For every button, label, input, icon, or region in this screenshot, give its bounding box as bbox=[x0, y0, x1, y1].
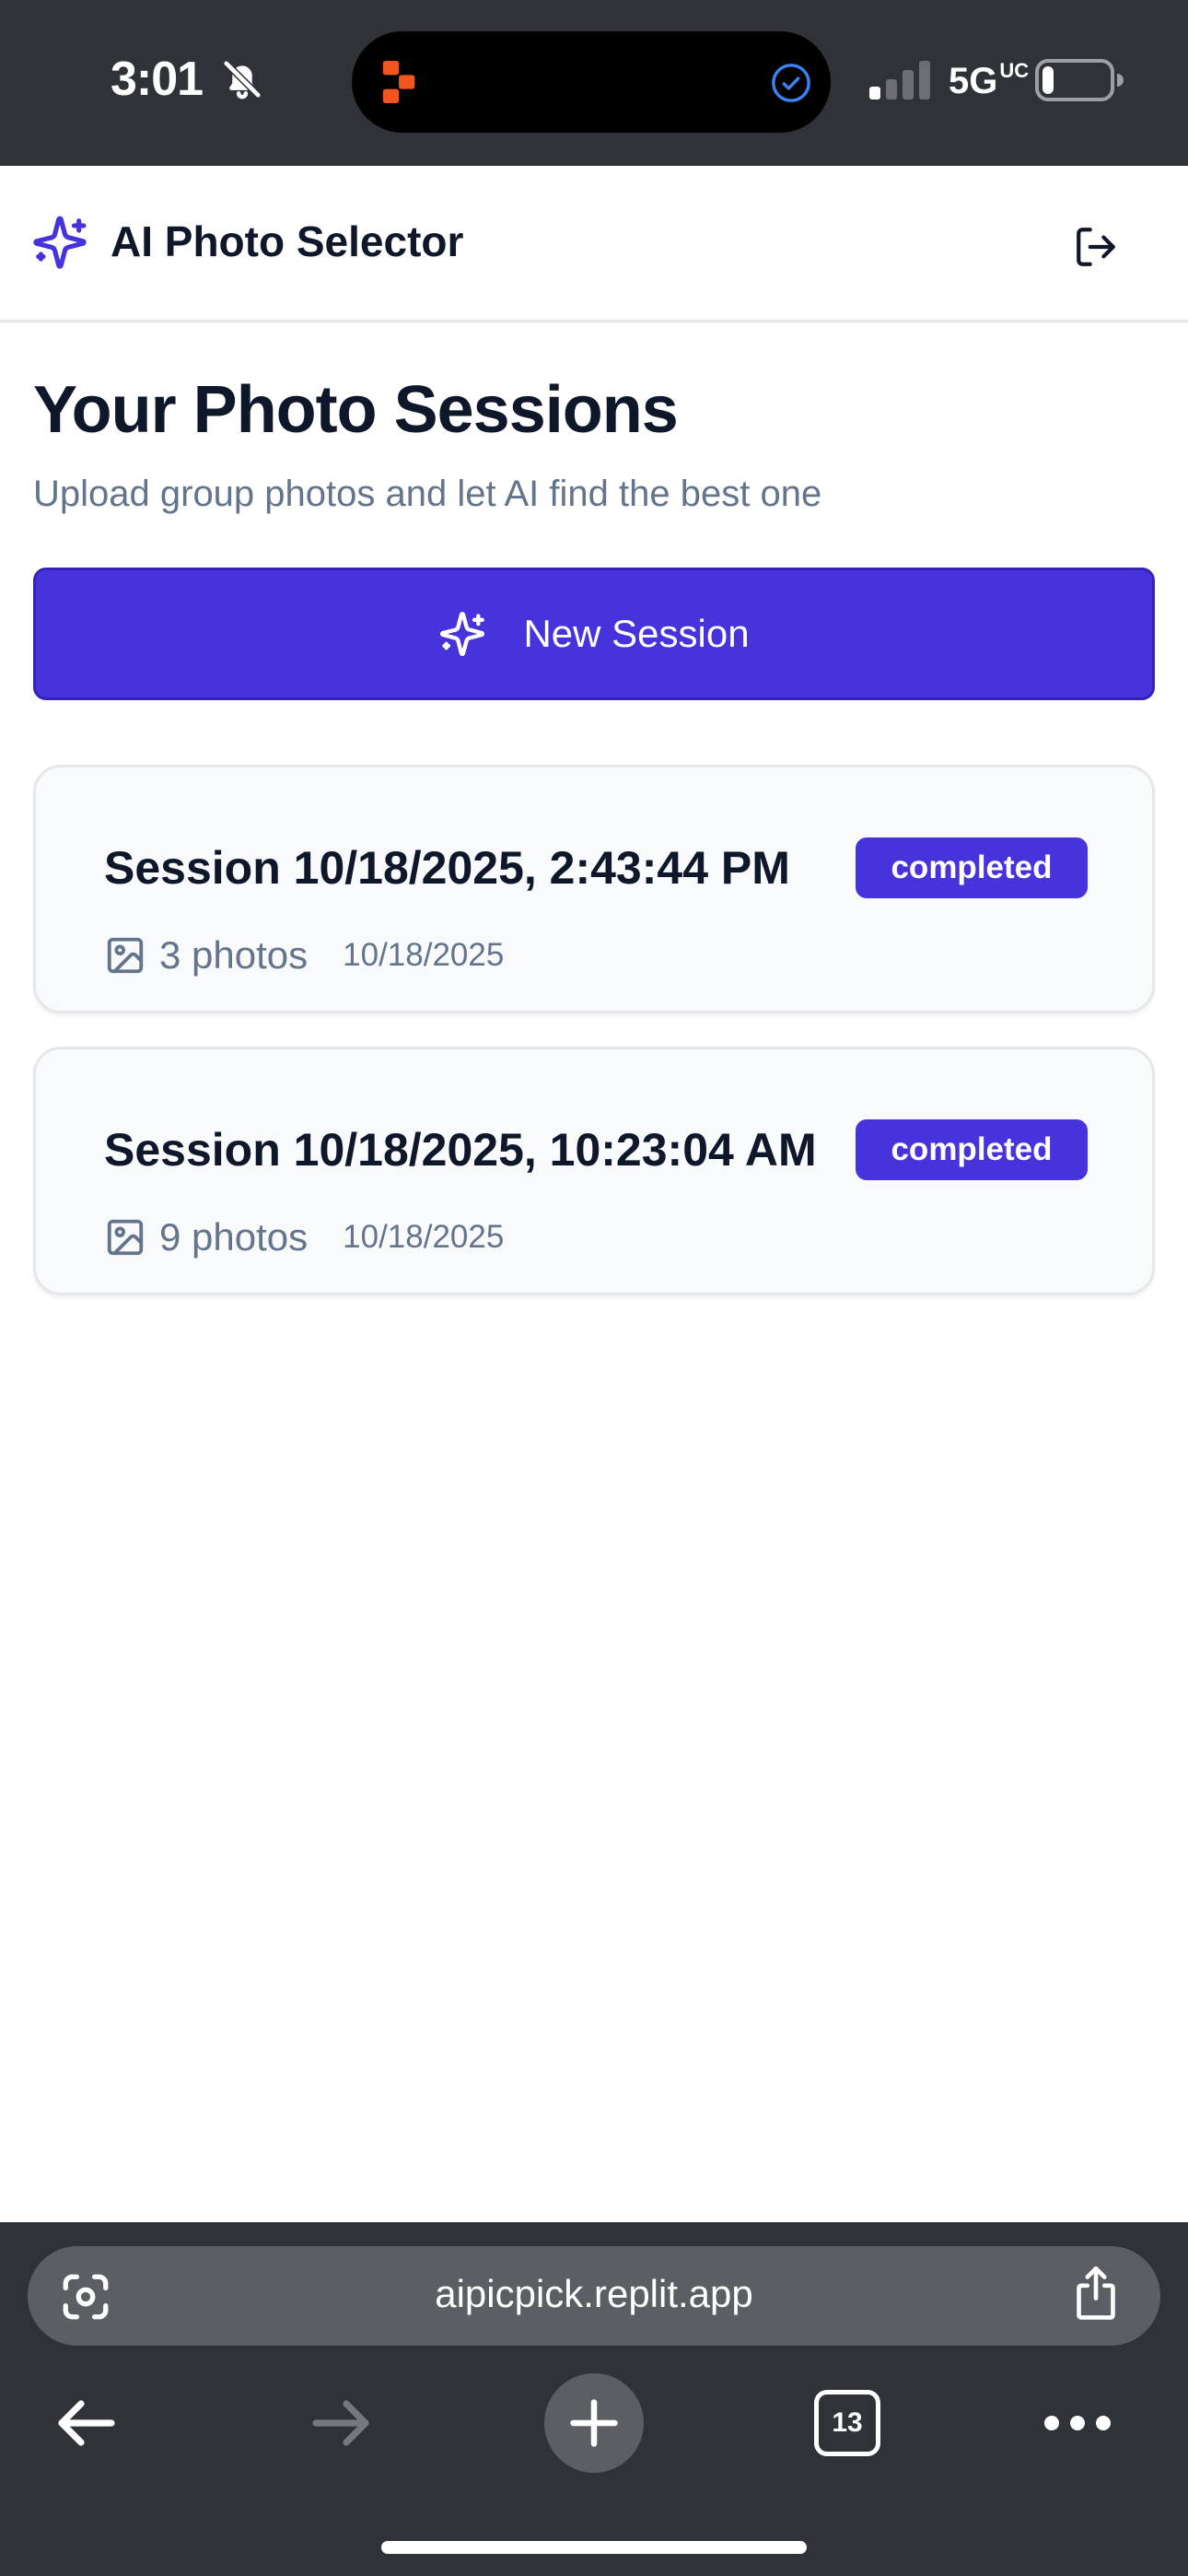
network-label: 5GUC bbox=[949, 59, 1030, 102]
battery-icon bbox=[1035, 59, 1124, 101]
app-activity-icon bbox=[382, 61, 415, 103]
sparkles-icon bbox=[440, 612, 485, 657]
image-icon bbox=[107, 937, 144, 974]
plus-icon bbox=[570, 2399, 618, 2447]
url-text: aipicpick.replit.app bbox=[435, 2272, 753, 2315]
session-date: 10/18/2025 bbox=[343, 937, 505, 973]
status-time: 3:01 bbox=[111, 53, 204, 106]
new-tab-button[interactable] bbox=[544, 2373, 644, 2473]
status-bar: 3:01 5GUC bbox=[0, 0, 1188, 166]
photo-count: 3 photos bbox=[159, 933, 309, 977]
session-card[interactable]: Session 10/18/2025, 2:43:44 PM completed… bbox=[33, 765, 1155, 1013]
status-badge: completed bbox=[856, 837, 1088, 898]
url-bar[interactable]: aipicpick.replit.app bbox=[28, 2246, 1160, 2346]
logout-button[interactable] bbox=[1063, 214, 1129, 280]
new-session-label: New Session bbox=[523, 612, 750, 655]
browser-toolbar: aipicpick.replit.app 13 bbox=[0, 2222, 1188, 2576]
new-session-button[interactable]: New Session bbox=[33, 568, 1155, 700]
home-indicator[interactable] bbox=[381, 2541, 807, 2554]
photo-count: 9 photos bbox=[159, 1215, 309, 1259]
app-title: AI Photo Selector bbox=[111, 217, 464, 265]
status-badge: completed bbox=[856, 1119, 1088, 1180]
log-out-icon bbox=[1077, 228, 1115, 266]
session-card[interactable]: Session 10/18/2025, 10:23:04 AM complete… bbox=[33, 1047, 1155, 1295]
cellular-signal-icon bbox=[869, 61, 930, 100]
session-title: Session 10/18/2025, 10:23:04 AM bbox=[104, 1124, 817, 1176]
session-date: 10/18/2025 bbox=[343, 1219, 505, 1255]
page-subtitle: Upload group photos and let AI find the … bbox=[33, 474, 822, 514]
share-icon[interactable] bbox=[1070, 2266, 1122, 2322]
forward-arrow-icon[interactable] bbox=[308, 2390, 374, 2456]
page-title: Your Photo Sessions bbox=[33, 373, 679, 447]
more-icon[interactable] bbox=[1041, 2395, 1114, 2451]
check-circle-icon bbox=[772, 64, 810, 102]
dynamic-island bbox=[352, 31, 831, 133]
app-header: AI Photo Selector bbox=[0, 166, 1188, 322]
image-icon bbox=[107, 1219, 144, 1256]
tabs-button[interactable]: 13 bbox=[814, 2390, 880, 2456]
session-title: Session 10/18/2025, 2:43:44 PM bbox=[104, 842, 790, 894]
back-arrow-icon[interactable] bbox=[53, 2390, 120, 2456]
session-meta: 3 photos 10/18/2025 bbox=[104, 928, 504, 983]
sparkles-icon bbox=[33, 216, 87, 269]
bell-slash-icon bbox=[222, 59, 262, 100]
session-meta: 9 photos 10/18/2025 bbox=[104, 1210, 504, 1265]
